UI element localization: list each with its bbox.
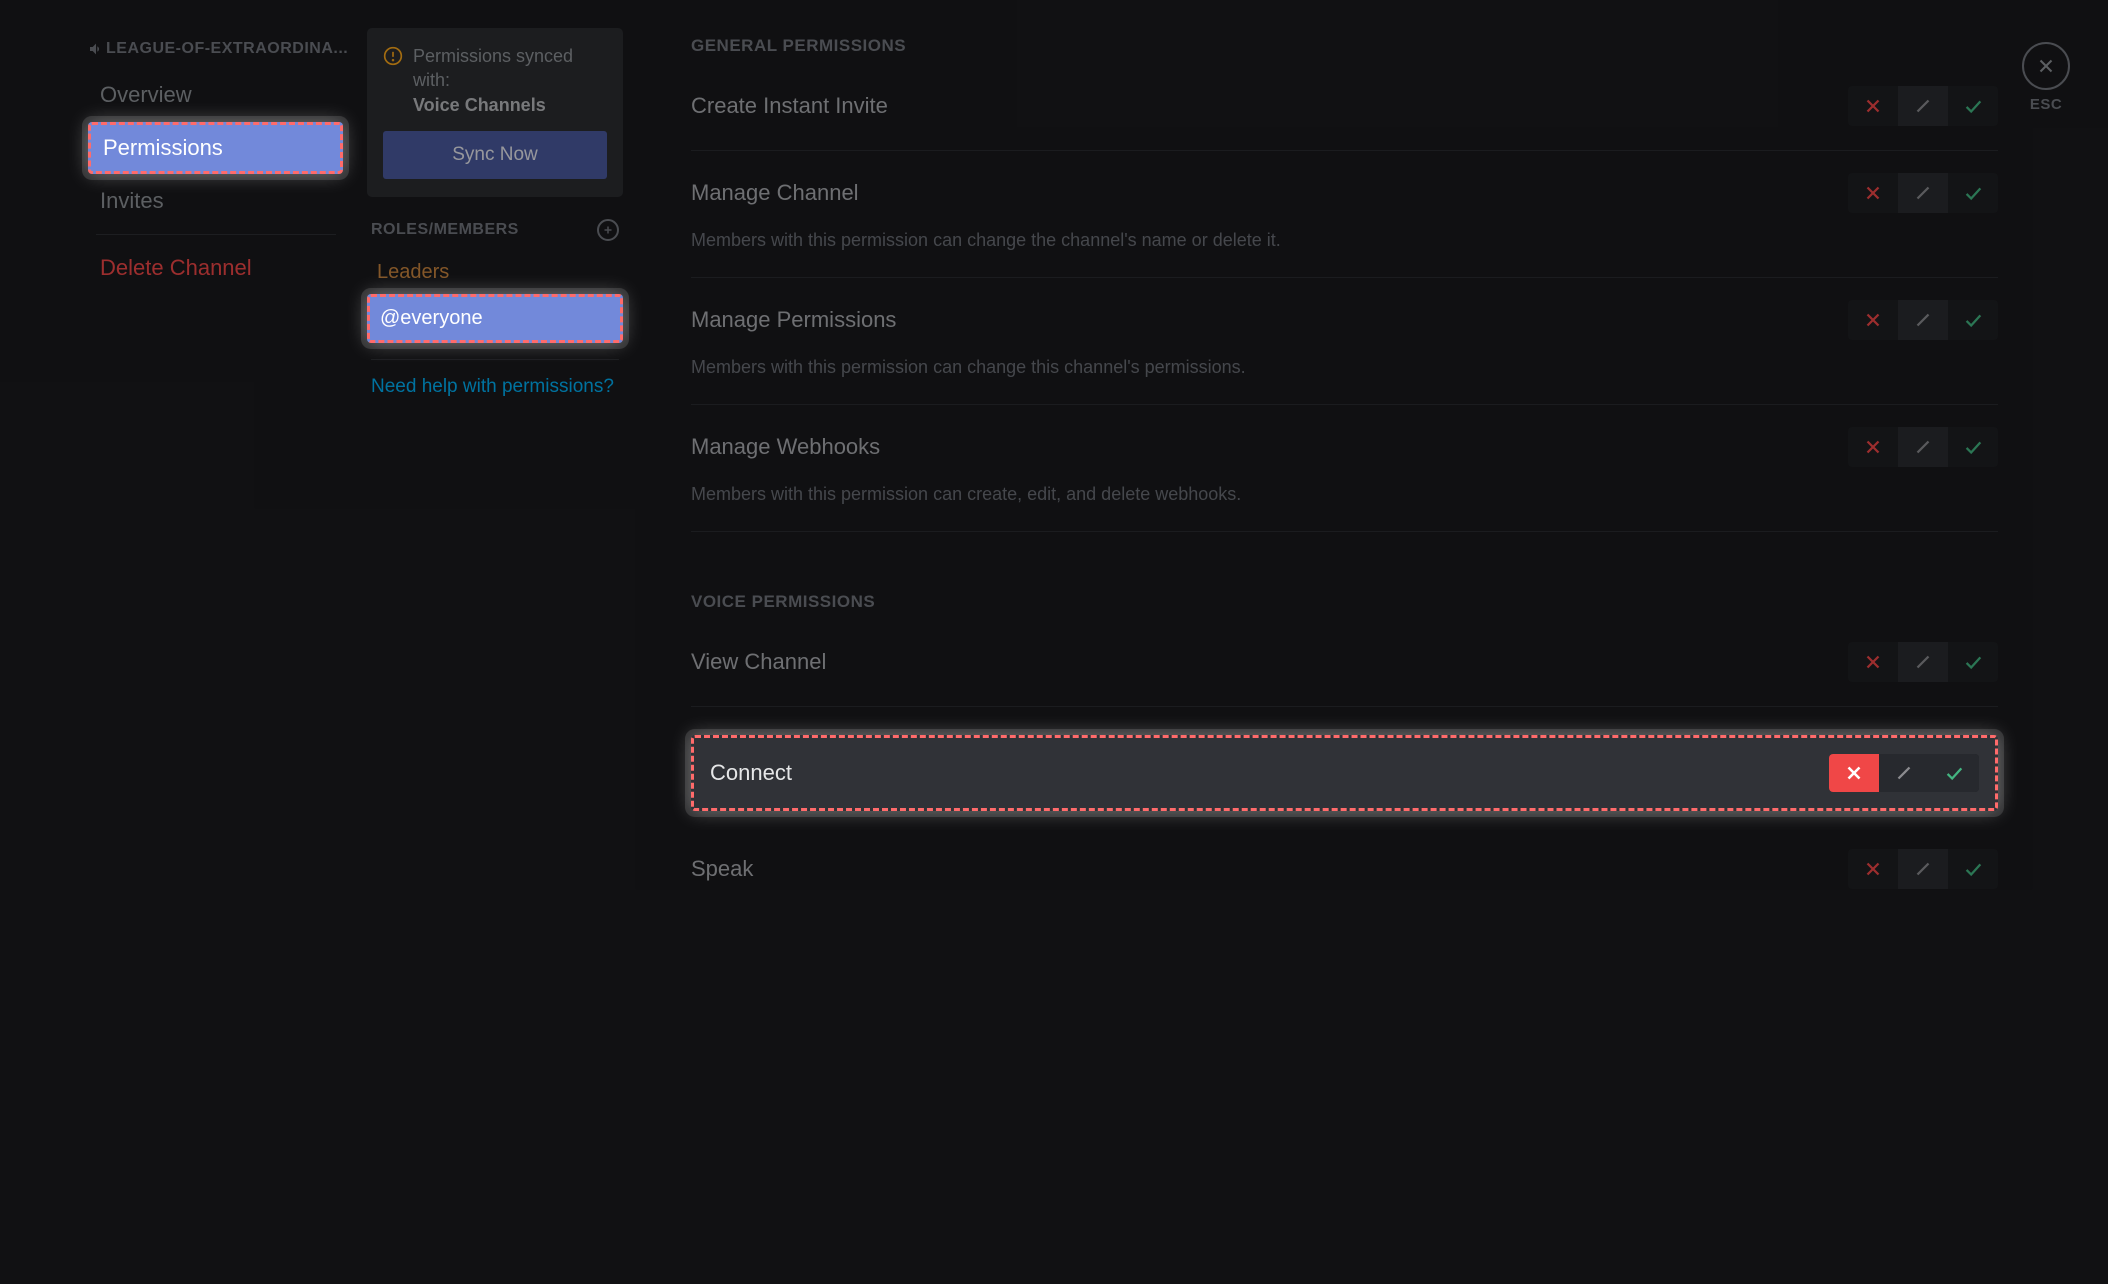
- sidebar-divider: [96, 234, 336, 235]
- warning-icon: [383, 46, 403, 71]
- roles-column: Permissions synced with: Voice Channels …: [355, 0, 635, 1284]
- perm-create-invite-passthrough[interactable]: [1898, 86, 1948, 126]
- perm-manage-permissions: Manage Permissions Members with this per…: [691, 278, 1998, 405]
- perm-connect-title: Connect: [710, 760, 792, 786]
- role-leaders[interactable]: Leaders: [367, 251, 623, 294]
- perm-speak-toggle: [1848, 849, 1998, 889]
- perm-manage-webhooks: Manage Webhooks Members with this permis…: [691, 405, 1998, 532]
- perm-manage-channel-deny[interactable]: [1848, 173, 1898, 213]
- permissions-panel: GENERAL PERMISSIONS Create Instant Invit…: [635, 0, 2108, 1284]
- perm-view-channel-deny[interactable]: [1848, 642, 1898, 682]
- roles-divider: [371, 359, 619, 360]
- perm-manage-channel: Manage Channel Members with this permiss…: [691, 151, 1998, 278]
- perm-view-channel-title: View Channel: [691, 649, 826, 675]
- perm-manage-webhooks-desc: Members with this permission can create,…: [691, 481, 1998, 507]
- sync-label: Permissions synced with:: [413, 46, 573, 90]
- perm-speak-deny[interactable]: [1848, 849, 1898, 889]
- permissions-help-link[interactable]: Need help with permissions?: [367, 376, 623, 398]
- section-voice-permissions: VOICE PERMISSIONS: [691, 592, 1998, 612]
- perm-connect-passthrough[interactable]: [1879, 754, 1929, 792]
- sync-box: Permissions synced with: Voice Channels …: [367, 28, 623, 197]
- perm-speak: Speak: [691, 811, 1998, 913]
- perm-manage-channel-title: Manage Channel: [691, 180, 859, 206]
- channel-name: LEAGUE-OF-EXTRAORDINA...: [88, 40, 355, 58]
- perm-manage-permissions-deny[interactable]: [1848, 300, 1898, 340]
- perm-manage-webhooks-toggle: [1848, 427, 1998, 467]
- perm-connect: Connect: [691, 735, 1998, 811]
- esc-label: ESC: [2022, 96, 2070, 113]
- perm-speak-passthrough[interactable]: [1898, 849, 1948, 889]
- perm-connect-deny[interactable]: [1829, 754, 1879, 792]
- perm-manage-webhooks-allow[interactable]: [1948, 427, 1998, 467]
- perm-manage-webhooks-deny[interactable]: [1848, 427, 1898, 467]
- perm-create-invite-toggle: [1848, 86, 1998, 126]
- sync-category: Voice Channels: [413, 95, 546, 115]
- add-role-icon[interactable]: [597, 219, 619, 241]
- nav-delete-channel[interactable]: Delete Channel: [88, 245, 343, 291]
- section-general-permissions: GENERAL PERMISSIONS: [691, 36, 1998, 56]
- perm-create-invite-title: Create Instant Invite: [691, 93, 888, 119]
- nav-permissions[interactable]: Permissions: [88, 122, 343, 174]
- sync-now-button[interactable]: Sync Now: [383, 131, 607, 179]
- roles-header-label: ROLES/MEMBERS: [371, 221, 519, 239]
- perm-manage-permissions-allow[interactable]: [1948, 300, 1998, 340]
- sidebar: LEAGUE-OF-EXTRAORDINA... Overview Permis…: [0, 0, 355, 1284]
- close-button[interactable]: [2022, 42, 2070, 90]
- settings-container: LEAGUE-OF-EXTRAORDINA... Overview Permis…: [0, 0, 2108, 1284]
- perm-view-channel: View Channel: [691, 636, 1998, 707]
- perm-manage-channel-passthrough[interactable]: [1898, 173, 1948, 213]
- perm-view-channel-allow[interactable]: [1948, 642, 1998, 682]
- perm-manage-channel-desc: Members with this permission can change …: [691, 227, 1998, 253]
- perm-manage-channel-toggle: [1848, 173, 1998, 213]
- perm-connect-allow[interactable]: [1929, 754, 1979, 792]
- perm-speak-allow[interactable]: [1948, 849, 1998, 889]
- perm-manage-permissions-passthrough[interactable]: [1898, 300, 1948, 340]
- volume-icon: [88, 41, 104, 57]
- perm-manage-webhooks-passthrough[interactable]: [1898, 427, 1948, 467]
- perm-view-channel-passthrough[interactable]: [1898, 642, 1948, 682]
- perm-create-invite-deny[interactable]: [1848, 86, 1898, 126]
- role-everyone[interactable]: @everyone: [367, 294, 623, 343]
- perm-create-invite: Create Instant Invite: [691, 80, 1998, 151]
- perm-view-channel-toggle: [1848, 642, 1998, 682]
- perm-create-invite-allow[interactable]: [1948, 86, 1998, 126]
- perm-manage-webhooks-title: Manage Webhooks: [691, 434, 880, 460]
- perm-manage-permissions-toggle: [1848, 300, 1998, 340]
- sync-text: Permissions synced with: Voice Channels: [413, 44, 607, 117]
- channel-name-text: LEAGUE-OF-EXTRAORDINA...: [106, 40, 348, 58]
- perm-speak-title: Speak: [691, 856, 753, 882]
- nav-overview[interactable]: Overview: [88, 72, 343, 118]
- perm-manage-permissions-title: Manage Permissions: [691, 307, 896, 333]
- nav-invites[interactable]: Invites: [88, 178, 343, 224]
- perm-manage-channel-allow[interactable]: [1948, 173, 1998, 213]
- perm-manage-permissions-desc: Members with this permission can change …: [691, 354, 1998, 380]
- perm-connect-toggle: [1829, 754, 1979, 792]
- roles-header: ROLES/MEMBERS: [371, 219, 619, 241]
